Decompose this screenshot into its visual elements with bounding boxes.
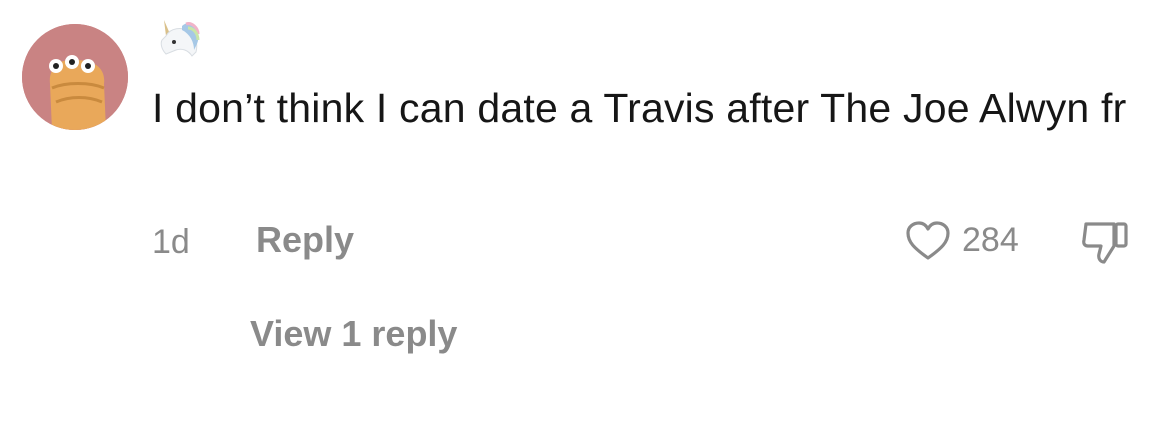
avatar[interactable]	[22, 24, 128, 130]
comment-timestamp: 1d	[152, 223, 190, 261]
reply-button[interactable]: Reply	[256, 218, 354, 262]
avatar-character-icon	[22, 24, 128, 130]
like-count: 284	[962, 221, 1019, 259]
thumbs-down-outline-icon[interactable]	[1080, 218, 1132, 268]
comment-item: I don’t think I can date a Travis after …	[0, 0, 1169, 429]
heart-outline-icon[interactable]	[904, 220, 952, 262]
comment-text: I don’t think I can date a Travis after …	[152, 85, 1127, 131]
unicorn-emoji-icon	[152, 14, 204, 60]
view-replies-button[interactable]: View 1 reply	[250, 312, 457, 356]
